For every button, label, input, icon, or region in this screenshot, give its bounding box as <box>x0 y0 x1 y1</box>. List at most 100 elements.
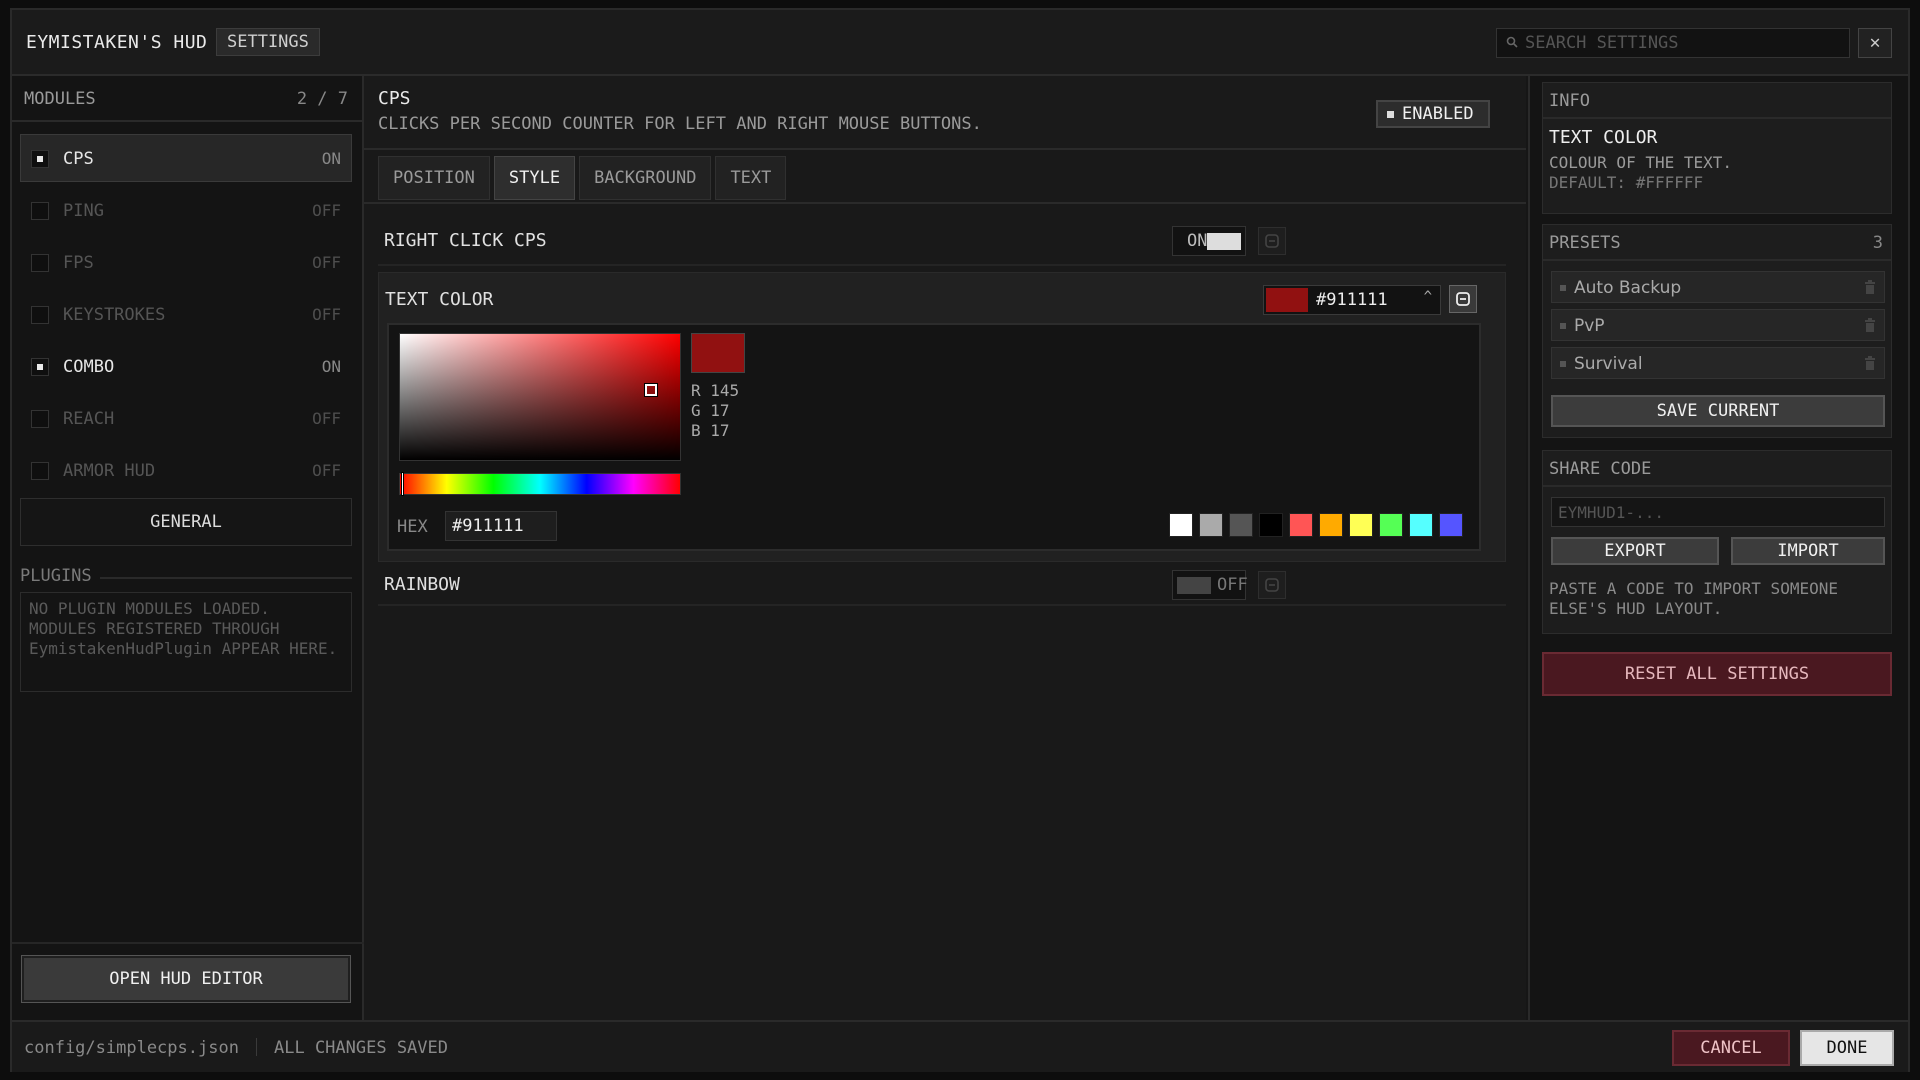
plugins-divider <box>100 577 352 579</box>
color-swatch[interactable] <box>1319 513 1343 537</box>
setting-row-text-color: TEXT COLOR #911111 ^ R 145 G 17 B 17 HEX… <box>378 272 1506 562</box>
info-desc-default: DEFAULT: #FFFFFF <box>1549 173 1704 192</box>
export-button[interactable]: EXPORT <box>1551 537 1719 565</box>
module-item-ping[interactable]: PING OFF <box>20 186 352 234</box>
hex-input[interactable] <box>445 511 557 541</box>
open-hud-editor-button[interactable]: OPEN HUD EDITOR <box>21 955 351 1003</box>
presets-card: PRESETS 3 Auto Backup PvP Survival SAVE CU… <box>1542 224 1892 438</box>
tab-style[interactable]: STYLE <box>493 156 576 200</box>
preset-item[interactable]: PvP <box>1551 309 1885 341</box>
search-box[interactable] <box>1496 28 1850 58</box>
chevron-up-icon: ^ <box>1423 289 1432 305</box>
tab-text[interactable]: TEXT <box>715 156 787 200</box>
reset-all-settings-button[interactable]: RESET ALL SETTINGS <box>1542 652 1892 696</box>
setting-label: TEXT COLOR <box>385 289 494 310</box>
right-click-cps-toggle[interactable]: ON <box>1172 226 1246 256</box>
module-checkbox[interactable] <box>31 150 49 168</box>
color-swatch[interactable] <box>1199 513 1223 537</box>
setting-row-rainbow: RAINBOW OFF <box>378 564 1506 606</box>
module-name: KEYSTROKES <box>63 305 166 325</box>
color-swatch[interactable] <box>1439 513 1463 537</box>
preset-name: PvP <box>1574 316 1605 336</box>
reset-setting-button[interactable] <box>1258 227 1286 255</box>
module-state: OFF <box>312 461 341 480</box>
info-desc-line: COLOUR OF THE TEXT. <box>1549 153 1733 172</box>
close-button[interactable]: ✕ <box>1858 28 1892 58</box>
preset-name: Auto Backup <box>1574 278 1682 298</box>
footer-bar: config/simplecps.json ALL CHANGES SAVED … <box>12 1020 1908 1072</box>
general-button[interactable]: GENERAL <box>20 498 352 546</box>
modules-header: MODULES 2 / 7 <box>12 76 364 122</box>
share-code-input[interactable] <box>1551 497 1885 527</box>
cancel-button[interactable]: CANCEL <box>1672 1030 1790 1066</box>
color-swatch[interactable] <box>1289 513 1313 537</box>
color-swatch[interactable] <box>1409 513 1433 537</box>
module-state: OFF <box>312 201 341 220</box>
info-header: INFO <box>1543 83 1891 119</box>
hue-slider-handle[interactable] <box>401 472 404 496</box>
module-item-reach[interactable]: REACH OFF <box>20 394 352 442</box>
presets-header: PRESETS 3 <box>1543 225 1891 261</box>
module-checkbox[interactable] <box>31 202 49 220</box>
done-button[interactable]: DONE <box>1800 1030 1894 1066</box>
module-checkbox[interactable] <box>31 358 49 376</box>
color-swatch[interactable] <box>1349 513 1373 537</box>
module-item-fps[interactable]: FPS OFF <box>20 238 352 286</box>
settings-window: EYMISTAKEN'S HUD SETTINGS ✕ MODULES 2 / … <box>10 8 1910 1072</box>
hue-slider[interactable] <box>399 472 681 496</box>
module-checkbox[interactable] <box>31 462 49 480</box>
color-preview <box>691 333 745 373</box>
module-item-keystrokes[interactable]: KEYSTROKES OFF <box>20 290 352 338</box>
import-button[interactable]: IMPORT <box>1731 537 1885 565</box>
module-name: PING <box>63 201 104 221</box>
trash-icon[interactable] <box>1864 280 1876 294</box>
preset-bullet <box>1560 361 1566 367</box>
sidebar-divider <box>12 942 364 944</box>
module-name: REACH <box>63 409 115 429</box>
module-header: CPS CLICKS PER SECOND COUNTER FOR LEFT A… <box>364 76 1526 150</box>
reset-setting-button[interactable] <box>1258 571 1286 599</box>
toggle-state: ON <box>1187 231 1208 251</box>
trash-icon[interactable] <box>1864 318 1876 332</box>
share-code-note: PASTE A CODE TO IMPORT SOMEONE ELSE'S HU… <box>1549 579 1838 618</box>
color-swatch[interactable] <box>1259 513 1283 537</box>
module-enabled-toggle[interactable]: ENABLED <box>1376 100 1490 128</box>
save-current-button[interactable]: SAVE CURRENT <box>1551 395 1885 427</box>
modules-count: 2 / 7 <box>296 89 348 109</box>
saturation-value-area[interactable] <box>399 333 681 461</box>
sv-cursor[interactable] <box>644 383 658 397</box>
preset-name: Survival <box>1574 354 1643 374</box>
red-value: R 145 <box>691 381 740 400</box>
tabs-divider <box>364 202 1526 204</box>
search-input[interactable] <box>1525 29 1845 57</box>
module-checkbox[interactable] <box>31 410 49 428</box>
module-checkbox[interactable] <box>31 254 49 272</box>
share-code-card: SHARE CODE EXPORT IMPORT PASTE A CODE TO… <box>1542 450 1892 634</box>
module-title: CPS <box>378 88 411 109</box>
tab-background[interactable]: BACKGROUND <box>579 156 712 200</box>
toggle-knob <box>1207 233 1241 250</box>
trash-icon[interactable] <box>1864 356 1876 370</box>
reset-setting-button[interactable] <box>1449 285 1477 313</box>
color-swatch[interactable] <box>1169 513 1193 537</box>
header-bar: EYMISTAKEN'S HUD SETTINGS ✕ <box>12 10 1908 76</box>
plugins-label: PLUGINS <box>20 566 92 586</box>
rainbow-toggle[interactable]: OFF <box>1172 570 1248 600</box>
color-picker-toggle[interactable]: #911111 ^ <box>1263 285 1441 315</box>
hex-field-label: HEX <box>397 517 428 537</box>
module-checkbox[interactable] <box>31 306 49 324</box>
tab-position[interactable]: POSITION <box>378 156 490 200</box>
color-swatch[interactable] <box>1379 513 1403 537</box>
module-name: CPS <box>63 149 94 169</box>
module-item-cps[interactable]: CPS ON <box>20 134 352 182</box>
preset-item[interactable]: Survival <box>1551 347 1885 379</box>
module-item-armor-hud[interactable]: ARMOR HUD OFF <box>20 446 352 494</box>
preset-item[interactable]: Auto Backup <box>1551 271 1885 303</box>
module-item-combo[interactable]: COMBO ON <box>20 342 352 390</box>
share-code-header: SHARE CODE <box>1543 451 1891 487</box>
info-description: COLOUR OF THE TEXT. DEFAULT: #FFFFFF <box>1549 153 1732 193</box>
reset-icon <box>1265 578 1279 592</box>
color-swatch[interactable] <box>1229 513 1253 537</box>
module-state: OFF <box>312 305 341 324</box>
reset-icon <box>1265 234 1279 248</box>
